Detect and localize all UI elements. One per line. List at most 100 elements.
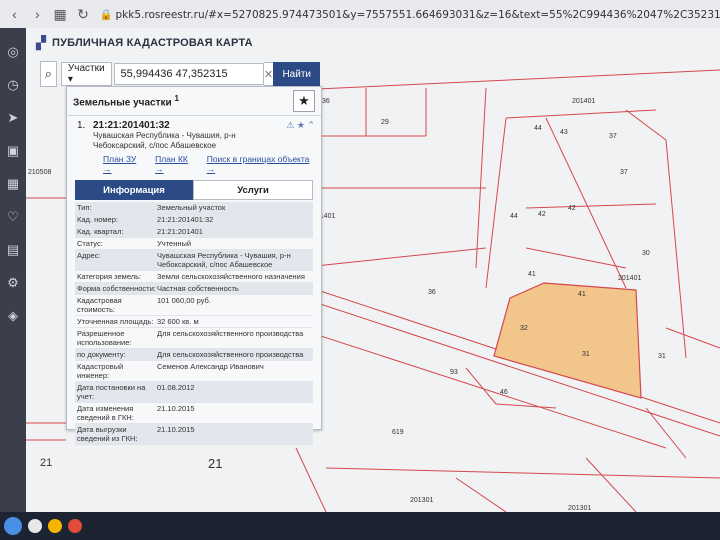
search-type-select[interactable]: Участки ▾ — [60, 62, 112, 86]
property-row: Форма собственности: Частная собственност… — [75, 283, 313, 295]
property-label: по документу: — [77, 350, 126, 359]
map-label: 44 — [534, 125, 542, 132]
property-label: Статус: — [77, 239, 103, 248]
back-arrow-icon[interactable]: ‹ — [6, 3, 23, 25]
property-label: Кад. номер: — [77, 215, 118, 224]
map-label: 31 — [658, 353, 666, 360]
map-label: 29 — [381, 119, 389, 126]
map-label: 44 — [510, 213, 518, 220]
map-label: 41 — [528, 271, 536, 278]
parcel-info-panel: Земельные участки 1 ★ 1. 21:21:201401:32… — [66, 86, 322, 445]
taskbar-app-icon[interactable] — [48, 519, 62, 533]
address-bar[interactable]: 🔒 pkk5.rosreestr.ru/#x=5270825.974473501&… — [99, 8, 720, 21]
map-label: 93 — [450, 369, 458, 376]
tab-information[interactable]: Информация — [75, 180, 193, 200]
property-label: Кадастровый инженер: — [77, 362, 124, 380]
map-label: 42 — [568, 205, 576, 212]
os-taskbar — [0, 512, 720, 540]
map-label: 31 — [582, 351, 590, 358]
camera-icon[interactable]: ▣ — [4, 142, 22, 160]
property-row: Статус: Учтенный — [75, 238, 313, 250]
property-value: 21:21:201401:32 — [157, 215, 214, 224]
property-value: 21.10.2015 — [157, 425, 195, 434]
property-row: Уточненная площадь: 32 600 кв. м — [75, 316, 313, 328]
property-row: Тип: Земельный участок — [75, 202, 313, 214]
url-text[interactable]: pkk5.rosreestr.ru/#x=5270825.974473501&y… — [116, 9, 720, 21]
tab-services[interactable]: Услуги — [193, 180, 313, 200]
map-label: 619 — [392, 429, 404, 436]
result-address-line1: Чувашская Республика - Чувашия, р-н — [93, 131, 236, 140]
grid-icon[interactable]: ▦ — [52, 3, 69, 25]
property-label: Тип: — [77, 203, 92, 212]
apps-icon[interactable]: ▦ — [4, 175, 22, 193]
property-row: Кадастровая стоимость: 101 060,00 руб. — [75, 295, 313, 316]
cube-icon[interactable]: ◈ — [4, 307, 22, 325]
property-value: Чувашская Республика - Чувашия, р-н Чебо… — [157, 251, 291, 269]
property-value: 101 060,00 руб. — [157, 296, 211, 305]
map-label: 42 — [538, 211, 546, 218]
map-label: 21 — [40, 457, 52, 469]
start-icon[interactable] — [4, 517, 22, 535]
result-address-line2: Чебоксарский, с/пос Абашевское — [93, 141, 217, 150]
result-cadastral-number[interactable]: 21:21:201401:32 — [93, 120, 170, 131]
news-icon[interactable]: ▤ — [4, 241, 22, 259]
map-label: 201301 — [410, 497, 433, 504]
search-result[interactable]: 1. 21:21:201401:32 ⚠ ★ ⌃ Чувашская Респу… — [67, 116, 321, 174]
site-header: ▞ ПУБЛИЧНАЯ КАДАСТРОВАЯ КАРТА — [26, 28, 720, 58]
property-row: Адрес: Чувашская Республика - Чувашия, р-… — [75, 250, 313, 271]
property-row: Дата постановки на учет: 01.08.2012 — [75, 382, 313, 403]
map-label: 32 — [520, 325, 528, 332]
taskbar-app-icon[interactable] — [28, 519, 42, 533]
search-in-bounds-link[interactable]: Поиск в границах объекта → — [207, 154, 315, 174]
property-row: Кад. квартал: 21:21:201401 — [75, 226, 313, 238]
panel-title: Земельные участки 1 — [73, 93, 180, 109]
property-label: Уточненная площадь: — [77, 317, 154, 326]
taskbar-app-icon[interactable] — [68, 519, 82, 533]
property-value: Земельный участок — [157, 203, 226, 212]
browser-sidebar: ◎ ◷ ➤ ▣ ▦ ♡ ▤ ⚙ ◈ — [0, 28, 26, 512]
property-value: 32 600 кв. м — [157, 317, 199, 326]
map-label: 210508 — [28, 169, 51, 176]
map-label: 21 — [208, 456, 222, 471]
plan-zu-link[interactable]: План ЗУ → — [103, 154, 145, 174]
property-value: 21.10.2015 — [157, 404, 195, 413]
search-bar: ⌕ Участки ▾ ✕ Найти — [40, 61, 320, 87]
heart-icon[interactable]: ♡ — [4, 208, 22, 226]
property-row: по документу: Для сельскохозяйственного п… — [75, 349, 313, 361]
clear-icon[interactable]: ✕ — [263, 62, 274, 86]
favorite-star-icon[interactable]: ★ — [293, 90, 315, 112]
property-value: 21:21:201401 — [157, 227, 203, 236]
property-label: Категория земель: — [77, 272, 142, 281]
page-title: ПУБЛИЧНАЯ КАДАСТРОВАЯ КАРТА — [52, 37, 253, 49]
search-input[interactable] — [113, 63, 264, 85]
property-value: Для сельскохозяйственного производства — [157, 350, 304, 359]
forward-arrow-icon[interactable]: › — [29, 3, 46, 25]
properties-table: Тип: Земельный участок Кад. номер: 21:21:2… — [75, 202, 313, 445]
plan-kk-link[interactable]: План КК → — [155, 154, 197, 174]
whatsapp-icon[interactable]: ◎ — [4, 43, 22, 61]
map-label: 41 — [578, 291, 586, 298]
property-row: Дата выгрузки сведений из ГКН: 21.10.2015 — [75, 424, 313, 445]
property-label: Кадастровая стоимость: — [77, 296, 122, 314]
property-value: Для сельскохозяйственного производства — [157, 329, 304, 338]
find-button[interactable]: Найти — [273, 62, 320, 86]
property-label: Дата изменения сведений в ГКН: — [77, 404, 134, 422]
result-actions-icon[interactable]: ⚠ ★ ⌃ — [286, 120, 315, 131]
reload-icon[interactable]: ↻ — [75, 3, 92, 25]
property-row: Кад. номер: 21:21:201401:32 — [75, 214, 313, 226]
property-label: Дата выгрузки сведений из ГКН: — [77, 425, 138, 443]
map-label: 201401 — [572, 98, 595, 105]
map-label: 36 — [428, 289, 436, 296]
map-label: 30 — [642, 250, 650, 257]
browser-toolbar: ‹ › ▦ ↻ 🔒 pkk5.rosreestr.ru/#x=5270825.97… — [0, 0, 720, 29]
map-label: 37 — [609, 133, 617, 140]
property-row: Дата изменения сведений в ГКН: 21.10.2015 — [75, 403, 313, 424]
property-label: Кад. квартал: — [77, 227, 124, 236]
selected-parcel[interactable] — [493, 282, 642, 399]
lock-icon: 🔒 — [99, 8, 113, 21]
search-icon[interactable]: ⌕ — [40, 61, 57, 87]
clock-icon[interactable]: ◷ — [4, 76, 22, 94]
send-icon[interactable]: ➤ — [4, 109, 22, 127]
map-label: 201401 — [618, 275, 641, 282]
settings-icon[interactable]: ⚙ — [4, 274, 22, 292]
